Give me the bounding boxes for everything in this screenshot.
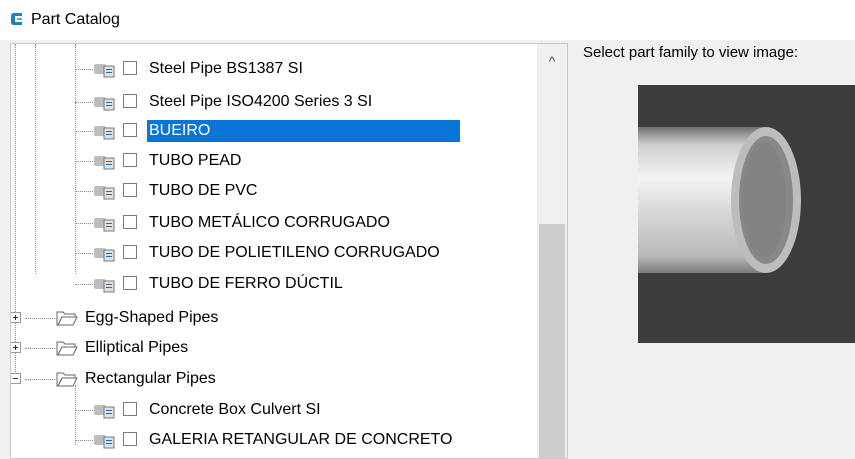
tree-item-label[interactable]: Steel Pipe ISO4200 Series 3 SI <box>147 91 374 113</box>
tree-connector <box>75 69 93 70</box>
expand-toggle[interactable] <box>11 342 21 353</box>
tree-folder-egg-shaped-pipes[interactable]: Egg-Shaped Pipes <box>11 303 536 333</box>
part-checkbox[interactable] <box>123 276 137 290</box>
tree-item-steel-pipe-bs1387[interactable]: Steel Pipe BS1387 SI <box>11 54 536 84</box>
part-family-icon <box>94 218 115 232</box>
part-checkbox[interactable] <box>123 94 137 108</box>
tree-item-label[interactable]: Concrete Box Culvert SI <box>147 399 323 421</box>
tree-folder-label[interactable]: Rectangular Pipes <box>83 368 218 390</box>
part-preview-image <box>638 85 855 343</box>
tree-item-label[interactable]: GALERIA RETANGULAR DE CONCRETO <box>147 429 454 451</box>
tree-item-label[interactable]: TUBO METÁLICO CORRUGADO <box>147 212 392 234</box>
part-family-icon <box>94 126 115 140</box>
tree-folder-label[interactable]: Elliptical Pipes <box>83 337 190 359</box>
part-family-icon <box>94 156 115 170</box>
tree-item-concrete-box-culvert[interactable]: Concrete Box Culvert SI <box>11 395 536 425</box>
preview-label: Select part family to view image: <box>583 44 799 61</box>
tree-item-tubo-metalico-corrugado[interactable]: TUBO METÁLICO CORRUGADO <box>11 208 536 238</box>
part-checkbox[interactable] <box>123 123 137 137</box>
part-checkbox[interactable] <box>123 61 137 75</box>
part-family-icon <box>94 64 115 78</box>
tree-item-tubo-de-pvc[interactable]: TUBO DE PVC <box>11 176 536 206</box>
tree-connector <box>75 410 93 411</box>
tree-item-label[interactable]: TUBO DE POLIETILENO CORRUGADO <box>147 242 442 264</box>
collapse-toggle[interactable] <box>11 373 21 384</box>
part-checkbox[interactable] <box>123 153 137 167</box>
civil3d-app-icon <box>11 13 22 25</box>
part-family-icon <box>94 405 115 419</box>
scroll-up-arrow-icon[interactable]: ^ <box>537 44 567 74</box>
tree-item-label[interactable]: TUBO DE FERRO DÚCTIL <box>147 273 345 295</box>
part-family-icon <box>94 248 115 262</box>
tree-item-tubo-de-polietileno-corrugado[interactable]: TUBO DE POLIETILENO CORRUGADO <box>11 238 536 268</box>
scrollbar-thumb[interactable] <box>539 224 565 458</box>
tree-connector <box>75 440 93 441</box>
tree-connector <box>75 223 93 224</box>
title-bar: Part Catalog <box>0 0 855 40</box>
tree-item-steel-pipe-iso4200[interactable]: Steel Pipe ISO4200 Series 3 SI <box>11 87 536 117</box>
tree-item-label[interactable]: TUBO PEAD <box>147 150 243 172</box>
tree-connector <box>75 253 93 254</box>
tree-item-galeria-retangular[interactable]: GALERIA RETANGULAR DE CONCRETO <box>11 425 536 455</box>
tree-connector <box>75 191 93 192</box>
tree-item-label[interactable]: BUEIRO <box>147 120 461 142</box>
tree-connector <box>75 284 93 285</box>
part-checkbox[interactable] <box>123 245 137 259</box>
part-family-icon <box>94 435 115 449</box>
part-checkbox[interactable] <box>123 432 137 446</box>
part-checkbox[interactable] <box>123 402 137 416</box>
folder-icon <box>56 341 78 356</box>
tree-connector <box>75 161 93 162</box>
vertical-scrollbar[interactable]: ^ <box>537 44 567 458</box>
tree-folder-elliptical-pipes[interactable]: Elliptical Pipes <box>11 333 536 363</box>
part-family-icon <box>94 279 115 293</box>
tree-item-label[interactable]: TUBO DE PVC <box>147 180 259 202</box>
tree-folder-label[interactable]: Egg-Shaped Pipes <box>83 307 220 329</box>
part-checkbox[interactable] <box>123 215 137 229</box>
tree-connector <box>25 318 55 319</box>
tree-item-tubo-de-ferro-ductil[interactable]: TUBO DE FERRO DÚCTIL <box>11 269 536 299</box>
tree-connector <box>75 131 93 132</box>
part-family-icon <box>94 186 115 200</box>
tree-connector <box>25 379 55 380</box>
tree-item-bueiro[interactable]: BUEIRO <box>11 116 536 146</box>
window-title: Part Catalog <box>31 11 120 28</box>
folder-icon <box>56 311 78 326</box>
part-family-icon <box>94 97 115 111</box>
part-checkbox[interactable] <box>123 183 137 197</box>
tree-folder-rectangular-pipes[interactable]: Rectangular Pipes <box>11 364 536 394</box>
part-catalog-tree[interactable]: Steel Pipe BS1387 SI Steel Pipe ISO4200 … <box>10 43 568 459</box>
tree-item-tubo-pead[interactable]: TUBO PEAD <box>11 146 536 176</box>
tree-connector <box>75 102 93 103</box>
tree-item-label[interactable]: Steel Pipe BS1387 SI <box>147 58 305 80</box>
folder-open-icon <box>56 372 78 387</box>
tree-connector <box>25 348 55 349</box>
expand-toggle[interactable] <box>11 312 21 323</box>
